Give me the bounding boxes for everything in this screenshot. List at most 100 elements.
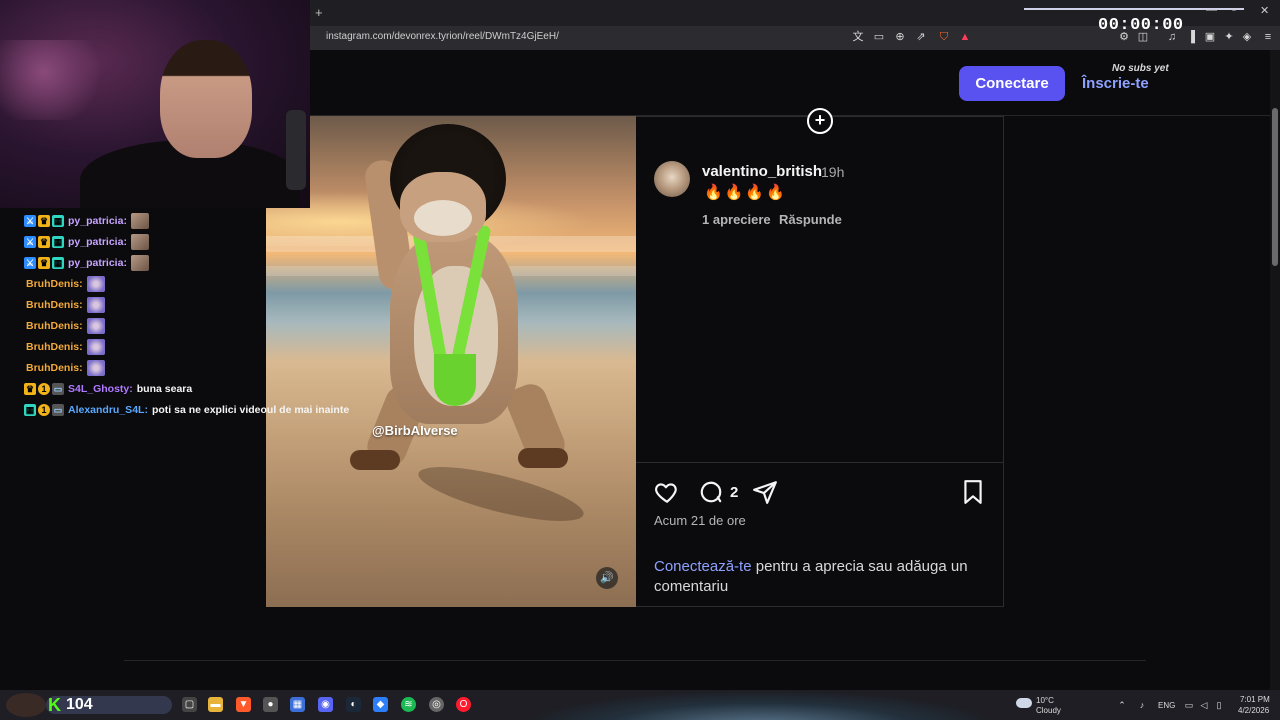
opera-icon[interactable]: O xyxy=(456,697,471,712)
monitor-icon[interactable]: ▭ xyxy=(1184,700,1194,710)
comment-icon[interactable] xyxy=(698,479,724,505)
login-button[interactable]: Conectare xyxy=(959,66,1065,101)
explorer-icon[interactable]: ▬ xyxy=(208,697,223,712)
comment-likes[interactable]: 1 apreciere xyxy=(702,212,771,227)
chat-username[interactable]: BruhDenis: xyxy=(26,299,83,311)
chat-emote-icon xyxy=(130,255,149,271)
chat-emote-icon xyxy=(86,318,105,334)
taskbar-wallpaper xyxy=(520,690,1000,720)
plus-icon[interactable]: + xyxy=(807,108,833,134)
battery-icon[interactable]: ▯ xyxy=(1214,700,1224,710)
chat-username[interactable]: BruhDenis: xyxy=(26,362,83,374)
viewer-count: 104 xyxy=(66,696,93,713)
cloud-icon xyxy=(1016,698,1032,708)
chat-badge-icon: ▭ xyxy=(52,404,64,416)
zoom-icon[interactable]: ⊕ xyxy=(894,31,906,43)
app-icon[interactable]: ◆ xyxy=(373,697,388,712)
chat-username[interactable]: S4L_Ghosty: xyxy=(68,383,133,395)
speaker-icon[interactable]: 🔊 xyxy=(596,567,618,589)
share-icon[interactable] xyxy=(752,479,778,505)
signup-link[interactable]: Înscrie-te xyxy=(1082,75,1149,92)
weather-temp[interactable]: 10°C xyxy=(1036,696,1054,705)
chat-message: ⚔ ♛ ▦ py_patricia: xyxy=(24,233,149,251)
kick-logo-icon: K xyxy=(48,695,61,715)
swimsuit xyxy=(434,354,476,406)
avatar[interactable] xyxy=(654,161,690,197)
comment-username[interactable]: valentino_british xyxy=(702,163,822,180)
streamer-avatar xyxy=(6,693,46,717)
stream-timer: 00:00:00 xyxy=(1098,16,1184,35)
chat-username[interactable]: Alexandru_S4L: xyxy=(68,404,148,416)
reel-video[interactable] xyxy=(266,116,636,607)
microphone xyxy=(286,110,306,190)
login-prompt-link[interactable]: Conectează-te xyxy=(654,558,752,575)
divider xyxy=(636,462,1004,463)
obs-icon[interactable]: ● xyxy=(263,697,278,712)
chat-username[interactable]: py_patricia: xyxy=(68,215,127,227)
brave-rewards-icon[interactable]: ▲ xyxy=(959,31,971,43)
chat-badge-icon: ▭ xyxy=(52,383,64,395)
steam-icon[interactable]: ◐ xyxy=(346,697,361,712)
scrollbar-thumb[interactable] xyxy=(1272,108,1278,266)
post-timestamp: Acum 21 de ore xyxy=(654,513,746,528)
chat-text: poti sa ne explici videoul de mai inaint… xyxy=(151,404,350,416)
webcam-overlay xyxy=(0,0,310,208)
mic-icon[interactable]: ♪ xyxy=(1137,700,1147,710)
chat-emote-icon xyxy=(130,213,149,229)
cat-shadow xyxy=(414,455,588,533)
chat-badge-icon: ♛ xyxy=(24,383,36,395)
language-indicator[interactable]: ENG xyxy=(1158,701,1175,710)
reply-button[interactable]: Răspunde xyxy=(779,212,842,227)
chat-emote-icon xyxy=(130,234,149,250)
close-icon[interactable]: ✕ xyxy=(1260,4,1269,17)
chat-message: ▦ 1 ▭ Alexandru_S4L: poti sa ne explici vide… xyxy=(24,401,349,419)
brave-shield-icon[interactable]: ⛉ xyxy=(938,31,950,43)
comments-pane xyxy=(636,116,1004,607)
leo-icon[interactable]: ✦ xyxy=(1223,31,1235,43)
chat-badge-icon: ♛ xyxy=(38,215,50,227)
chat-badge-icon: ▦ xyxy=(52,257,64,269)
chat-username[interactable]: py_patricia: xyxy=(68,257,127,269)
sidebar-icon[interactable]: ▐ xyxy=(1185,31,1197,43)
weather-desc[interactable]: Cloudy xyxy=(1036,706,1061,715)
brave-icon[interactable]: ▼ xyxy=(236,697,251,712)
reader-icon[interactable]: ▭ xyxy=(873,31,885,43)
heart-icon[interactable] xyxy=(654,479,680,505)
chat-username[interactable]: BruhDenis: xyxy=(26,278,83,290)
taskbar-search[interactable] xyxy=(46,696,172,714)
new-tab-button[interactable]: + xyxy=(315,5,323,20)
webcam-background xyxy=(0,40,110,120)
translate-icon[interactable]: 文 xyxy=(852,31,864,43)
menu-icon[interactable]: ≡ xyxy=(1262,31,1274,43)
chat-badge-icon: ▦ xyxy=(52,236,64,248)
chat-username[interactable]: py_patricia: xyxy=(68,236,127,248)
chevron-up-icon[interactable]: ⌃ xyxy=(1117,700,1127,710)
clock-date[interactable]: 4/2/2026 xyxy=(1238,706,1269,715)
comment-count: 2 xyxy=(730,484,739,501)
chat-badge-icon: ⚔ xyxy=(24,257,36,269)
chat-username[interactable]: BruhDenis: xyxy=(26,341,83,353)
chat-message: ♛ 1 ▭ S4L_Ghosty: buna seara xyxy=(24,380,192,398)
wallet-icon[interactable]: ▣ xyxy=(1204,31,1216,43)
github-icon[interactable]: ◎ xyxy=(429,697,444,712)
share-icon[interactable]: ⇗ xyxy=(915,31,927,43)
chat-message: ⚔ ♛ ▦ py_patricia: xyxy=(24,212,149,230)
store-icon[interactable]: ▦ xyxy=(290,697,305,712)
clock-time[interactable]: 7:01 PM xyxy=(1240,695,1270,704)
chat-badge-icon: ⚔ xyxy=(24,215,36,227)
vpn-icon[interactable]: ◈ xyxy=(1241,31,1253,43)
footer-divider xyxy=(124,660,1146,661)
url-text[interactable]: instagram.com/devonrex.tyrion/reel/DWmTz… xyxy=(326,31,559,42)
minimize-icon[interactable]: — xyxy=(1206,4,1217,16)
volume-icon[interactable]: ◁ xyxy=(1199,700,1209,710)
chat-message: BruhDenis: xyxy=(24,359,105,377)
chat-username[interactable]: BruhDenis: xyxy=(26,320,83,332)
taskview-icon[interactable]: ▢ xyxy=(182,697,197,712)
maximize-icon[interactable]: ▫ xyxy=(1232,4,1236,16)
bookmark-icon[interactable] xyxy=(960,479,986,505)
spotify-icon[interactable]: ≋ xyxy=(401,697,416,712)
chat-emote-icon xyxy=(86,339,105,355)
sandal xyxy=(350,450,400,470)
discord-icon[interactable]: ◉ xyxy=(318,697,333,712)
chat-badge-icon: ♛ xyxy=(38,257,50,269)
